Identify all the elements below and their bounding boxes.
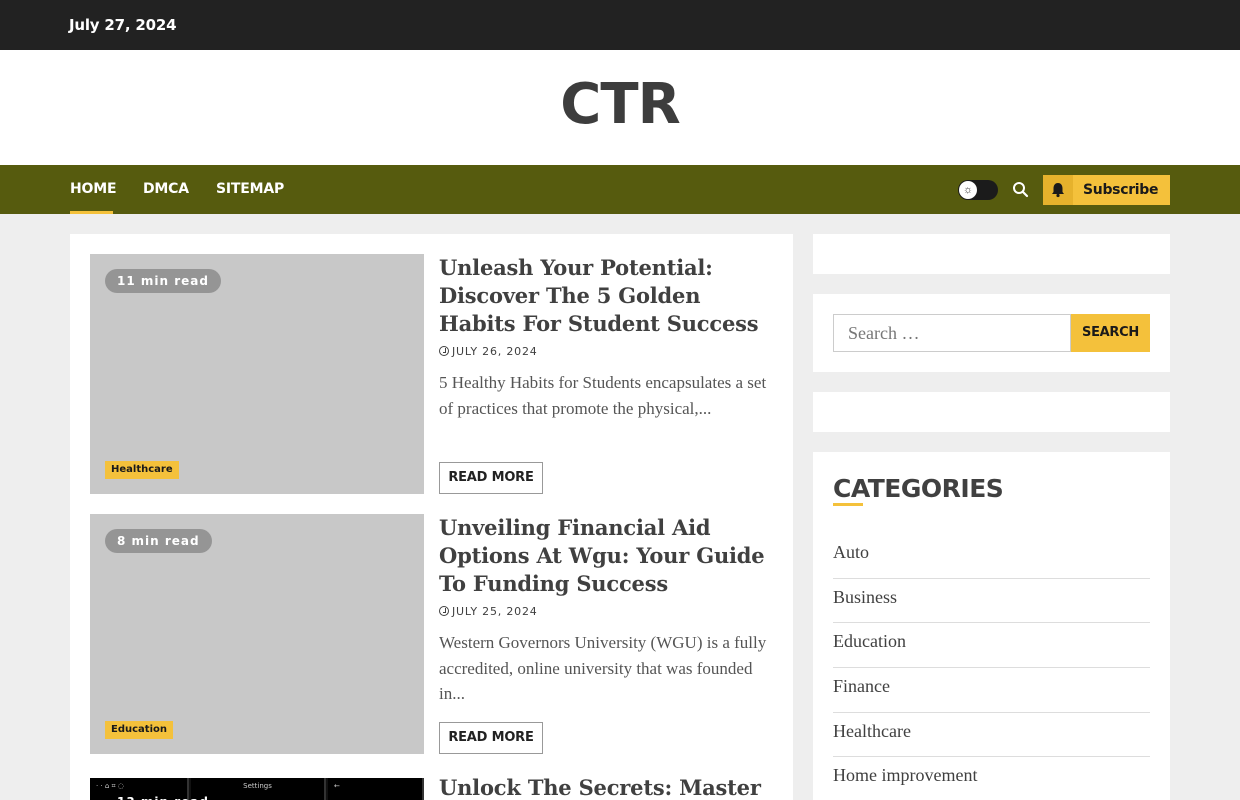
search-button[interactable]: Search <box>1071 314 1150 352</box>
masthead: CTR <box>0 50 1240 165</box>
post-date-text: July 26, 2024 <box>452 345 538 358</box>
subscribe-button[interactable]: Subscribe <box>1043 175 1170 205</box>
post-thumbnail[interactable]: · · ⌂ ⌗ ◌ Settings ← 13 min read <box>90 778 424 800</box>
heading-underline <box>833 503 863 506</box>
nav-item-sitemap[interactable]: Sitemap <box>216 181 284 197</box>
search-input[interactable]: Search … <box>833 314 1071 352</box>
category-link[interactable]: Finance <box>833 668 1150 713</box>
post-title[interactable]: Unlock The Secrets: Master <box>439 774 779 800</box>
post-thumbnail[interactable]: 8 min read Education <box>90 514 424 754</box>
bell-icon <box>1043 175 1073 205</box>
category-link[interactable]: Home improvement <box>833 757 1150 800</box>
post-title[interactable]: Unleash Your Potential: Discover The 5 G… <box>439 254 779 338</box>
current-date: July 27, 2024 <box>69 16 177 34</box>
read-time-badge: 8 min read <box>105 529 212 553</box>
thumbnail-panel: ← <box>328 778 424 800</box>
post-title[interactable]: Unveiling Financial Aid Options At Wgu: … <box>439 514 779 598</box>
category-link[interactable]: Healthcare <box>833 713 1150 758</box>
sun-icon: ☼ <box>959 181 977 199</box>
sidebar-widget-empty <box>813 234 1170 274</box>
sidebar-widget-empty <box>813 392 1170 432</box>
post-excerpt: Western Governors University (WGU) is a … <box>439 633 767 703</box>
post-date: July 26, 2024 <box>439 345 538 358</box>
nav-item-dmca[interactable]: DMCA <box>143 181 189 197</box>
category-link[interactable]: Auto <box>833 534 1150 579</box>
read-time-badge: 13 min read <box>105 790 221 800</box>
search-widget: Search … Search <box>813 294 1170 372</box>
read-time-badge: 11 min read <box>105 269 221 293</box>
category-link[interactable]: Business <box>833 579 1150 624</box>
nav-item-home[interactable]: Home <box>70 181 117 197</box>
subscribe-label: Subscribe <box>1083 182 1159 198</box>
category-badge[interactable]: Education <box>105 721 173 739</box>
post-date: July 25, 2024 <box>439 605 538 618</box>
active-nav-indicator <box>70 211 113 214</box>
category-list: Auto Business Education Finance Healthca… <box>833 534 1150 800</box>
category-badge[interactable]: Healthcare <box>105 461 179 479</box>
post-date-text: July 25, 2024 <box>452 605 538 618</box>
post-thumbnail[interactable]: 11 min read Healthcare <box>90 254 424 494</box>
search-icon[interactable] <box>1010 179 1032 201</box>
clock-icon <box>439 346 449 356</box>
clock-icon <box>439 606 449 616</box>
post-excerpt: 5 Healthy Habits for Students encapsulat… <box>439 373 767 418</box>
categories-widget: Categories Auto Business Education Finan… <box>813 452 1170 800</box>
site-title[interactable]: CTR <box>0 72 1240 137</box>
category-link[interactable]: Education <box>833 623 1150 669</box>
read-more-button[interactable]: Read More <box>439 722 543 754</box>
read-more-button[interactable]: Read More <box>439 462 543 494</box>
top-bar: July 27, 2024 <box>0 0 1240 50</box>
categories-heading: Categories <box>833 474 1004 503</box>
dark-mode-toggle[interactable]: ☼ <box>958 180 998 200</box>
